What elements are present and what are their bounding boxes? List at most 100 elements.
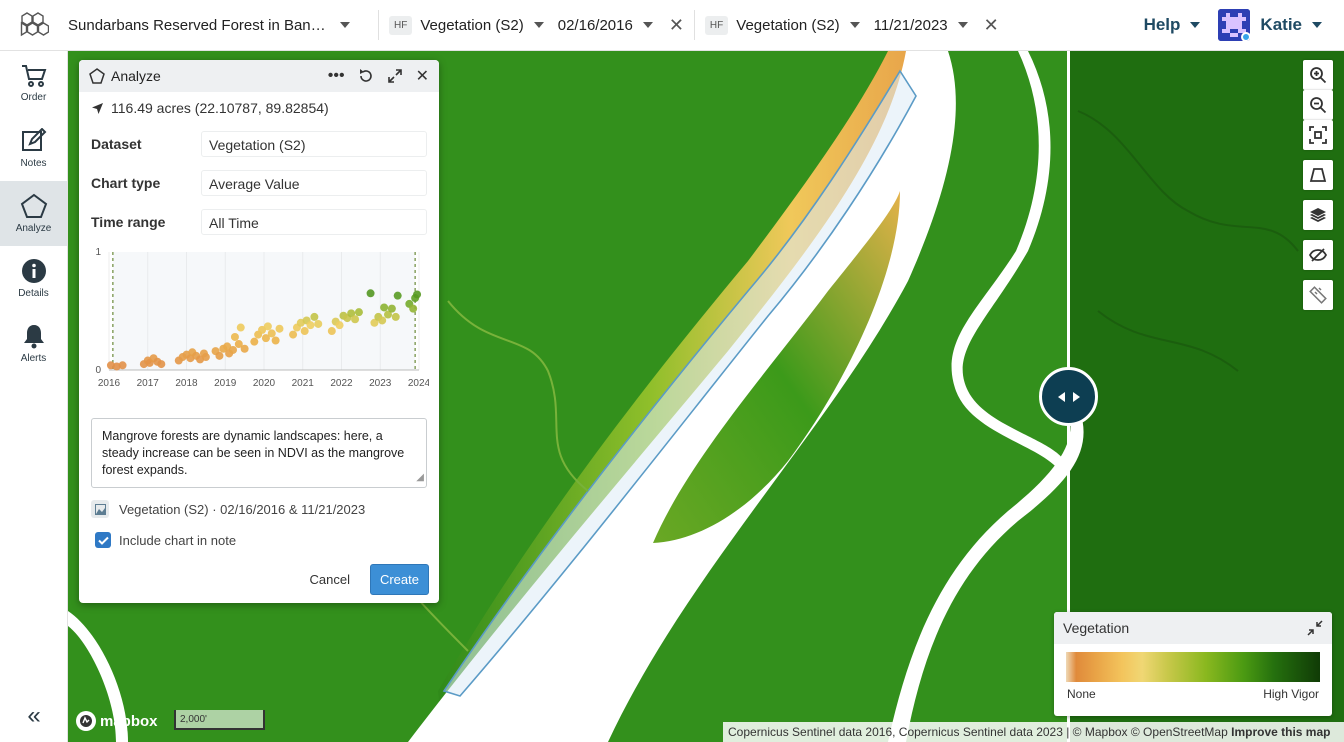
data-point[interactable]: [289, 330, 298, 339]
close-icon[interactable]: ✕: [984, 16, 999, 34]
zoom-out-button[interactable]: [1303, 90, 1333, 120]
include-chart-label: Include chart in note: [119, 532, 237, 548]
right-layer-name[interactable]: Vegetation (S2): [736, 17, 839, 34]
data-point[interactable]: [378, 316, 387, 325]
cart-icon: [21, 65, 46, 87]
divider: [378, 10, 379, 40]
data-point[interactable]: [413, 290, 422, 299]
left-layer-name[interactable]: Vegetation (S2): [420, 17, 523, 34]
area-text: 116.49 acres (22.10787, 89.82854): [111, 100, 329, 116]
legend-labels: None High Vigor: [1067, 687, 1319, 701]
draw-polygon-button[interactable]: [1303, 160, 1333, 190]
zoom-in-button[interactable]: [1303, 60, 1333, 90]
more-options-icon[interactable]: •••: [328, 67, 345, 85]
data-point[interactable]: [306, 321, 315, 330]
sidebar-item-details[interactable]: Details: [0, 246, 67, 311]
app-logo-icon[interactable]: [0, 0, 68, 51]
data-point[interactable]: [354, 308, 363, 317]
sidebar-item-analyze[interactable]: Analyze: [0, 181, 67, 246]
layers-button[interactable]: [1303, 200, 1333, 230]
data-point[interactable]: [314, 319, 323, 328]
data-point[interactable]: [275, 324, 284, 333]
data-point[interactable]: [310, 312, 319, 321]
legend-panel: Vegetation None High Vigor: [1054, 612, 1332, 716]
dataset-select[interactable]: Vegetation (S2): [201, 130, 427, 157]
data-point[interactable]: [335, 321, 344, 330]
user-name: Katie: [1260, 15, 1302, 34]
expand-icon[interactable]: [387, 68, 403, 84]
swipe-handle[interactable]: [1039, 367, 1098, 426]
help-label: Help: [1143, 15, 1181, 34]
data-point[interactable]: [201, 353, 210, 362]
ndvi-chart[interactable]: 2016 2017 2018 2019 2020 2021 2022 2023 2024 0 1: [89, 242, 429, 392]
data-point[interactable]: [240, 344, 249, 353]
hide-layer-button[interactable]: [1303, 240, 1333, 270]
sidebar-item-notes[interactable]: Notes: [0, 116, 67, 181]
status-dot: [1241, 32, 1251, 41]
chevron-down-icon[interactable]: [533, 22, 544, 28]
mapbox-logo[interactable]: mapbox: [76, 711, 158, 731]
left-layer-selector: HF Vegetation (S2) 02/16/2016 ✕: [389, 15, 684, 35]
reset-icon[interactable]: [358, 68, 374, 84]
left-layer-date[interactable]: 02/16/2016: [558, 17, 633, 34]
chevron-down-icon: [340, 22, 350, 28]
data-point[interactable]: [236, 323, 245, 332]
divider: [693, 10, 695, 40]
data-point[interactable]: [118, 361, 127, 370]
top-bar: Sundarbans Reserved Forest in Banglade..…: [0, 0, 1344, 51]
chevron-down-icon[interactable]: [849, 22, 860, 28]
collapse-icon[interactable]: [1307, 620, 1323, 636]
x-tick-label: 2016: [98, 378, 121, 389]
x-tick-label: 2024: [408, 378, 429, 389]
sidebar: Order Notes Analyze Details Alerts «: [0, 51, 68, 742]
include-chart-option[interactable]: Include chart in note: [95, 532, 236, 548]
data-point[interactable]: [250, 337, 259, 346]
data-point[interactable]: [267, 329, 276, 338]
data-point[interactable]: [271, 336, 280, 345]
data-point[interactable]: [215, 351, 224, 360]
area-summary: 116.49 acres (22.10787, 89.82854): [79, 92, 439, 124]
info-icon: [21, 259, 46, 283]
improve-map-link[interactable]: Improve this map: [1231, 725, 1330, 739]
include-chart-checkbox[interactable]: [95, 532, 111, 548]
chevron-down-icon[interactable]: [642, 22, 653, 28]
right-layer-date[interactable]: 11/21/2023: [874, 17, 948, 34]
data-point[interactable]: [327, 327, 336, 336]
x-tick-label: 2019: [214, 378, 237, 389]
x-tick-label: 2020: [253, 378, 276, 389]
chevron-down-icon[interactable]: [957, 22, 968, 28]
sidebar-item-order[interactable]: Order: [0, 51, 67, 116]
data-point[interactable]: [263, 322, 272, 331]
fit-bounds-button[interactable]: [1303, 120, 1333, 150]
project-selector[interactable]: Sundarbans Reserved Forest in Banglade..…: [68, 17, 368, 34]
data-point[interactable]: [380, 303, 389, 312]
time-range-select[interactable]: All Time: [201, 208, 427, 235]
resize-handle-icon[interactable]: ◢: [416, 469, 424, 486]
help-menu[interactable]: Help: [1144, 15, 1201, 35]
data-point[interactable]: [393, 291, 402, 300]
data-point[interactable]: [157, 360, 166, 369]
data-point[interactable]: [387, 304, 396, 313]
data-point[interactable]: [351, 315, 360, 324]
collapse-sidebar-button[interactable]: «: [0, 702, 68, 730]
hf-badge: HF: [704, 15, 729, 35]
legend-max-label: High Vigor: [1263, 687, 1319, 701]
data-point[interactable]: [300, 327, 309, 336]
y-tick-label: 1: [95, 247, 101, 258]
measure-button[interactable]: [1303, 280, 1333, 310]
cancel-button[interactable]: Cancel: [310, 572, 350, 587]
close-icon[interactable]: ✕: [416, 66, 429, 86]
data-point[interactable]: [229, 345, 237, 354]
data-point[interactable]: [409, 304, 418, 313]
user-menu[interactable]: Katie: [1218, 9, 1322, 41]
data-point[interactable]: [391, 312, 400, 321]
sidebar-item-alerts[interactable]: Alerts: [0, 311, 67, 376]
time-range-row: Time range All Time: [79, 202, 439, 241]
data-point[interactable]: [230, 332, 239, 341]
chart-type-select[interactable]: Average Value: [201, 169, 427, 196]
close-icon[interactable]: ✕: [669, 16, 684, 34]
hf-badge: HF: [389, 15, 413, 35]
note-textarea[interactable]: Mangrove forests are dynamic landscapes:…: [91, 418, 427, 488]
data-point[interactable]: [366, 289, 375, 298]
create-button[interactable]: Create: [369, 564, 429, 595]
